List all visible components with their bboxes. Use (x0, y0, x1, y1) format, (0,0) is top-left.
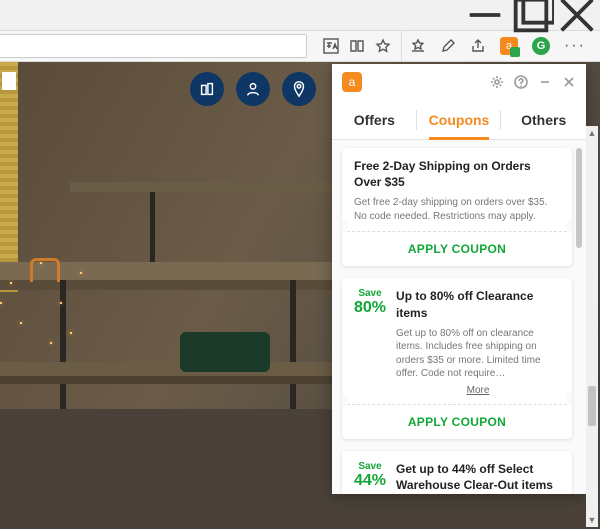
scroll-down-arrow[interactable]: ▼ (586, 513, 598, 527)
account-icon[interactable] (236, 72, 270, 106)
panel-close-icon[interactable] (562, 75, 576, 89)
window-titlebar (0, 0, 600, 30)
browser-toolbar: a G ··· (0, 30, 600, 62)
more-menu-icon[interactable]: ··· (564, 37, 586, 55)
translate-icon[interactable] (323, 38, 339, 54)
scroll-up-arrow[interactable]: ▲ (586, 126, 598, 140)
coupon-card: Free 2-Day Shipping on Orders Over $35 G… (342, 148, 572, 266)
tab-coupons[interactable]: Coupons (417, 100, 502, 139)
avast-extension-icon[interactable]: a (500, 37, 518, 55)
favorite-star-icon[interactable] (375, 38, 391, 54)
decor-pillar (0, 62, 18, 292)
settings-gear-icon[interactable] (490, 75, 504, 89)
site-nav-circles (190, 72, 316, 106)
location-icon[interactable] (282, 72, 316, 106)
reading-view-icon[interactable] (349, 38, 365, 54)
decor-gloves (180, 332, 270, 372)
more-link[interactable]: More (396, 385, 560, 396)
help-icon[interactable] (514, 75, 528, 89)
coupon-card: Save 80% Up to 80% off Clearance items G… (342, 278, 572, 438)
pen-icon[interactable] (440, 38, 456, 54)
share-icon[interactable] (470, 38, 486, 54)
save-badge: Save 80% (354, 288, 386, 395)
grammarly-extension-icon[interactable]: G (532, 37, 550, 55)
apply-coupon-button[interactable]: APPLY COUPON (342, 404, 572, 439)
favorites-list-icon[interactable] (410, 38, 426, 54)
decor-clamp (30, 258, 60, 282)
page-content: a Offers Coupons Others Free 2-Day Shipp… (0, 62, 600, 529)
tab-others[interactable]: Others (501, 100, 586, 139)
window-close-button[interactable] (554, 0, 600, 30)
panel-scrollbar[interactable] (576, 148, 582, 248)
window-minimize-button[interactable] (462, 0, 508, 30)
coupon-title: Up to 80% off Clearance items (396, 288, 560, 320)
coupon-card: Save 44% Get up to 44% off Select Wareho… (342, 451, 572, 494)
panel-tabs: Offers Coupons Others (332, 100, 586, 140)
tab-offers[interactable]: Offers (332, 100, 417, 139)
scroll-thumb[interactable] (588, 386, 596, 426)
products-icon[interactable] (190, 72, 224, 106)
extension-brand-icon: a (342, 72, 362, 92)
address-bar[interactable] (0, 34, 307, 58)
coupon-title: Free 2-Day Shipping on Orders Over $35 (354, 158, 560, 190)
coupon-desc: Get up to 80% off on clearance items. In… (396, 327, 560, 381)
page-scrollbar[interactable]: ▲ ▼ (586, 126, 598, 527)
panel-minimize-icon[interactable] (538, 75, 552, 89)
apply-coupon-button[interactable]: APPLY COUPON (342, 231, 572, 266)
coupon-desc: Get free 2-day shipping on orders over $… (354, 196, 560, 223)
coupon-list: Free 2-Day Shipping on Orders Over $35 G… (332, 140, 586, 494)
coupon-title: Get up to 44% off Select Warehouse Clear… (396, 461, 560, 493)
window-maximize-button[interactable] (508, 0, 554, 30)
save-badge: Save 44% (354, 461, 386, 494)
coupon-extension-panel: a Offers Coupons Others Free 2-Day Shipp… (332, 64, 586, 494)
